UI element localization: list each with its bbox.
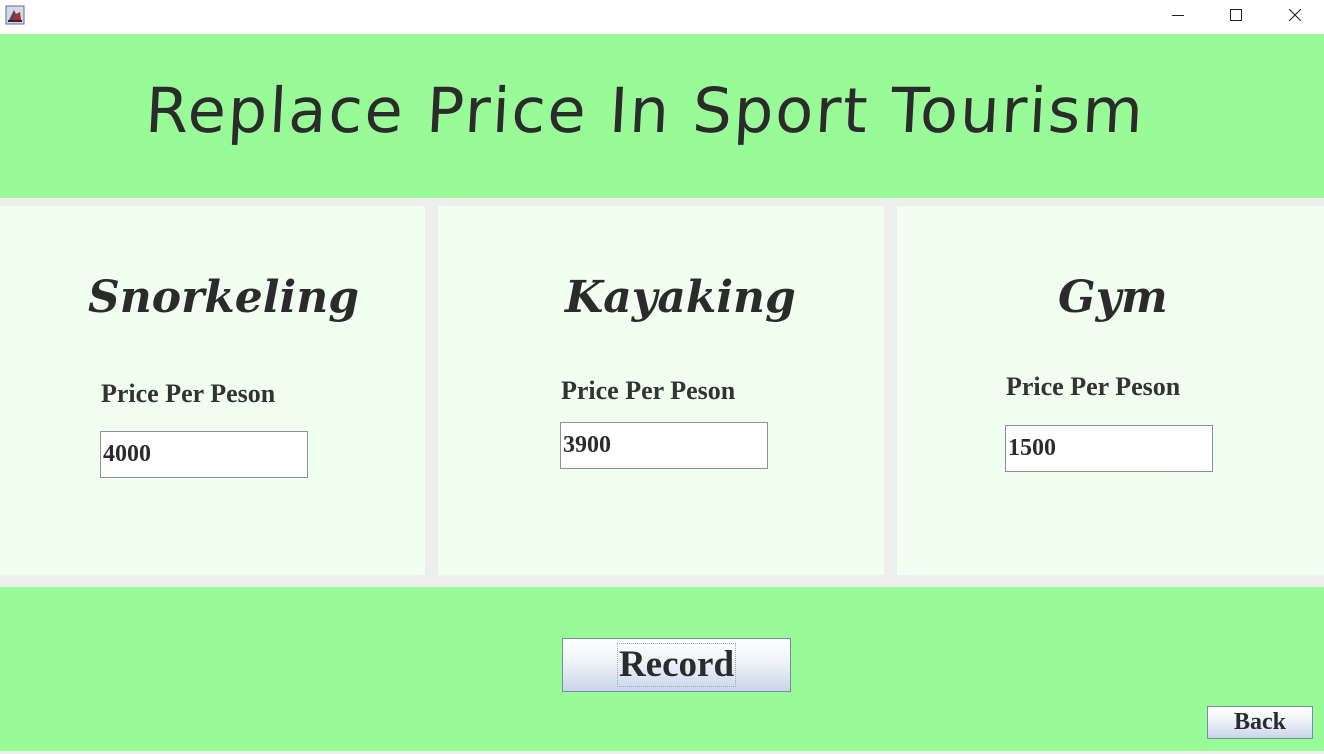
sport-name: Gym [1058, 272, 1168, 323]
sport-panel-kayaking: Kayaking Price Per Peson [438, 206, 884, 575]
maximize-button[interactable] [1207, 0, 1265, 30]
footer-bar: Record Back [0, 587, 1324, 751]
sport-name: Snorkeling [88, 272, 359, 323]
price-label: Price Per Peson [101, 379, 276, 408]
minimize-button[interactable] [1149, 0, 1207, 30]
maximize-icon [1230, 9, 1242, 21]
back-button[interactable]: Back [1207, 706, 1313, 739]
page-title: Replace Price In Sport Tourism [143, 74, 1147, 147]
close-icon [1289, 9, 1301, 21]
kayaking-price-input[interactable] [560, 422, 768, 469]
gym-price-input[interactable] [1005, 425, 1213, 472]
sport-panel-snorkeling: Snorkeling Price Per Peson [0, 206, 425, 575]
record-button[interactable]: Record [562, 638, 791, 692]
minimize-icon [1172, 15, 1184, 16]
header-banner: Replace Price In Sport Tourism [0, 34, 1324, 198]
window-titlebar [0, 0, 1324, 34]
record-button-label: Record [616, 643, 737, 687]
sport-name: Kayaking [565, 272, 796, 323]
java-app-icon [5, 5, 25, 25]
sport-panel-gym: Gym Price Per Peson [897, 206, 1324, 575]
close-button[interactable] [1266, 0, 1324, 30]
price-label: Price Per Peson [561, 376, 736, 405]
snorkeling-price-input[interactable] [100, 431, 308, 478]
price-label: Price Per Peson [1006, 372, 1181, 401]
